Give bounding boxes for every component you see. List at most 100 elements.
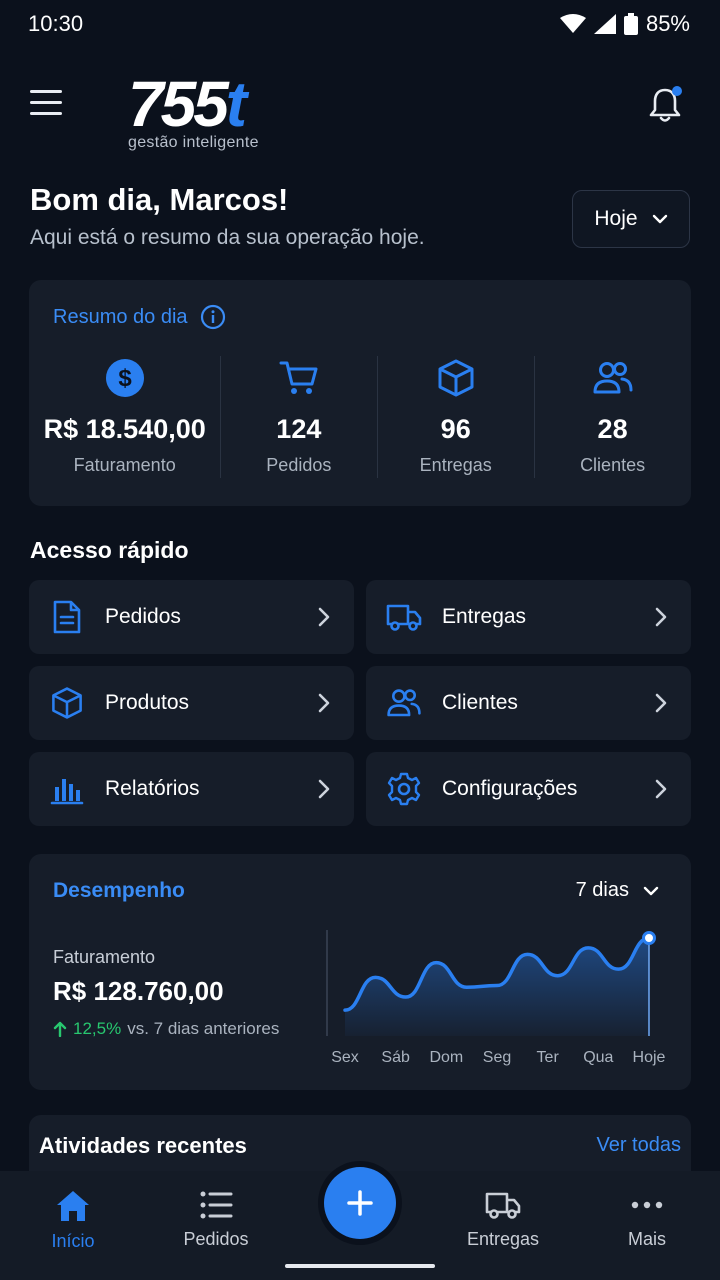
nav-item-home[interactable]: Início bbox=[13, 1189, 133, 1252]
list-icon bbox=[200, 1191, 233, 1219]
summary-item-clients: 28 Clientes bbox=[534, 356, 691, 478]
recent-title: Atividades recentes bbox=[39, 1133, 247, 1158]
metric-delta-text: vs. 7 dias anteriores bbox=[127, 1019, 280, 1038]
status-bar: 10:30 85% bbox=[0, 0, 720, 48]
signal-icon bbox=[593, 14, 616, 34]
quick-access-orders[interactable]: Pedidos bbox=[29, 580, 354, 654]
qa-icon-wrap bbox=[49, 599, 85, 635]
period-select-value: Hoje bbox=[594, 207, 638, 230]
quick-access-deliveries[interactable]: Entregas bbox=[366, 580, 691, 654]
truck-icon bbox=[386, 604, 422, 631]
qa-label: Produtos bbox=[105, 691, 190, 714]
chevron-down-icon bbox=[643, 886, 659, 895]
plus-icon bbox=[347, 1190, 373, 1216]
chart-x-label: Seg bbox=[483, 1049, 511, 1066]
quick-access-reports[interactable]: Relatórios bbox=[29, 752, 354, 826]
performance-title: Desempenho bbox=[53, 879, 185, 902]
logo-wordmark: 755t bbox=[128, 72, 259, 136]
home-icon bbox=[57, 1191, 89, 1221]
document-icon bbox=[53, 600, 81, 634]
notifications-button[interactable] bbox=[648, 86, 684, 126]
summary-title: Resumo do dia bbox=[53, 305, 188, 328]
summary-value: R$ 18.540,00 bbox=[43, 414, 206, 444]
see-all-link[interactable]: Ver todas bbox=[596, 1134, 681, 1157]
chevron-right-icon bbox=[318, 779, 330, 799]
app-header: 755t gestão inteligente bbox=[0, 70, 720, 160]
logo-tagline: gestão inteligente bbox=[128, 134, 259, 151]
summary-value: 96 bbox=[440, 414, 471, 444]
quick-access-settings[interactable]: Configurações bbox=[366, 752, 691, 826]
chart-x-label: Qua bbox=[583, 1049, 613, 1066]
period-select[interactable]: Hoje bbox=[572, 190, 690, 248]
qa-icon-wrap bbox=[386, 771, 422, 807]
performance-period-value: 7 dias bbox=[575, 879, 629, 901]
summary-icon-wrap: $ bbox=[105, 356, 145, 400]
summary-label: Clientes bbox=[580, 455, 646, 475]
daily-summary-card: Resumo do dia $ R$ 18.540,00 Faturamento… bbox=[29, 280, 691, 506]
nav-label: Mais bbox=[627, 1229, 666, 1249]
summary-label: Pedidos bbox=[266, 455, 332, 475]
summary-item-deliveries: 96 Entregas bbox=[377, 356, 534, 478]
truck-icon bbox=[485, 1192, 521, 1219]
menu-icon-bar bbox=[30, 112, 62, 115]
qa-label: Pedidos bbox=[105, 605, 181, 628]
greeting-title: Bom dia, Marcos! bbox=[30, 182, 289, 217]
summary-metrics: $ R$ 18.540,00 Faturamento 124 Pedidos 9… bbox=[29, 356, 691, 478]
cart-icon bbox=[279, 361, 318, 394]
summary-label: Entregas bbox=[419, 455, 492, 475]
qa-icon-wrap bbox=[49, 771, 85, 807]
metric-delta-value: 12,5% bbox=[73, 1019, 122, 1038]
arrow-up-icon bbox=[53, 1021, 67, 1037]
summary-icon-wrap bbox=[278, 356, 320, 400]
quick-access-products[interactable]: Produtos bbox=[29, 666, 354, 740]
chevron-right-icon bbox=[655, 693, 667, 713]
performance-metric: Faturamento R$ 128.760,00 12,5% vs. 7 di… bbox=[53, 947, 279, 1039]
qa-icon-wrap bbox=[386, 685, 422, 721]
chart-x-label: Hoje bbox=[633, 1049, 666, 1066]
performance-period-select[interactable]: 7 dias bbox=[576, 879, 659, 902]
summary-item-orders: 124 Pedidos bbox=[220, 356, 377, 478]
chevron-right-icon bbox=[655, 607, 667, 627]
chart-x-label: Dom bbox=[429, 1049, 463, 1066]
brand-logo: 755t gestão inteligente bbox=[128, 72, 259, 152]
nav-label: Entregas bbox=[466, 1229, 540, 1249]
summary-item-revenue: $ R$ 18.540,00 Faturamento bbox=[29, 356, 220, 478]
svg-text:$: $ bbox=[118, 365, 132, 392]
performance-card: Desempenho 7 dias Faturamento R$ 128.760… bbox=[29, 854, 691, 1090]
logo-accent-text: t bbox=[225, 68, 247, 140]
box-icon bbox=[52, 687, 82, 719]
home-indicator bbox=[285, 1264, 435, 1268]
battery-icon bbox=[623, 13, 638, 35]
status-time: 10:30 bbox=[28, 11, 84, 36]
wifi-icon bbox=[559, 14, 586, 33]
summary-header: Resumo do dia bbox=[53, 304, 226, 330]
gear-icon bbox=[387, 772, 421, 806]
chart-icon bbox=[50, 779, 84, 805]
quick-access-clients[interactable]: Clientes bbox=[366, 666, 691, 740]
nav-item-deliveries[interactable]: Entregas bbox=[443, 1189, 563, 1250]
menu-button[interactable] bbox=[30, 90, 70, 122]
add-button[interactable] bbox=[324, 1167, 396, 1239]
chevron-right-icon bbox=[318, 693, 330, 713]
users-icon bbox=[593, 362, 633, 394]
chart-x-label: Ter bbox=[537, 1049, 560, 1066]
greeting-subtitle: Aqui está o resumo da sua operação hoje. bbox=[30, 226, 425, 249]
chart-x-labels: Sex Sáb Dom Seg Ter Qua Hoje bbox=[331, 1049, 665, 1066]
box-icon bbox=[438, 359, 474, 397]
chart-x-label: Sex bbox=[331, 1049, 359, 1066]
logo-main-text: 755 bbox=[128, 68, 229, 140]
quick-access-title: Acesso rápido bbox=[30, 537, 189, 563]
greeting: Bom dia, Marcos! Aqui está o resumo da s… bbox=[30, 182, 425, 250]
nav-item-orders[interactable]: Pedidos bbox=[156, 1189, 276, 1250]
qa-label: Relatórios bbox=[105, 777, 200, 800]
nav-item-more[interactable]: Mais bbox=[587, 1189, 707, 1250]
info-icon[interactable] bbox=[200, 304, 226, 330]
summary-icon-wrap bbox=[592, 356, 634, 400]
qa-icon-wrap bbox=[49, 685, 85, 721]
qa-label: Configurações bbox=[442, 777, 578, 800]
qa-icon-wrap bbox=[386, 599, 422, 635]
nav-label: Início bbox=[51, 1231, 95, 1251]
nav-label: Pedidos bbox=[183, 1229, 249, 1249]
dollar-icon: $ bbox=[105, 359, 144, 397]
qa-label: Entregas bbox=[442, 605, 527, 628]
